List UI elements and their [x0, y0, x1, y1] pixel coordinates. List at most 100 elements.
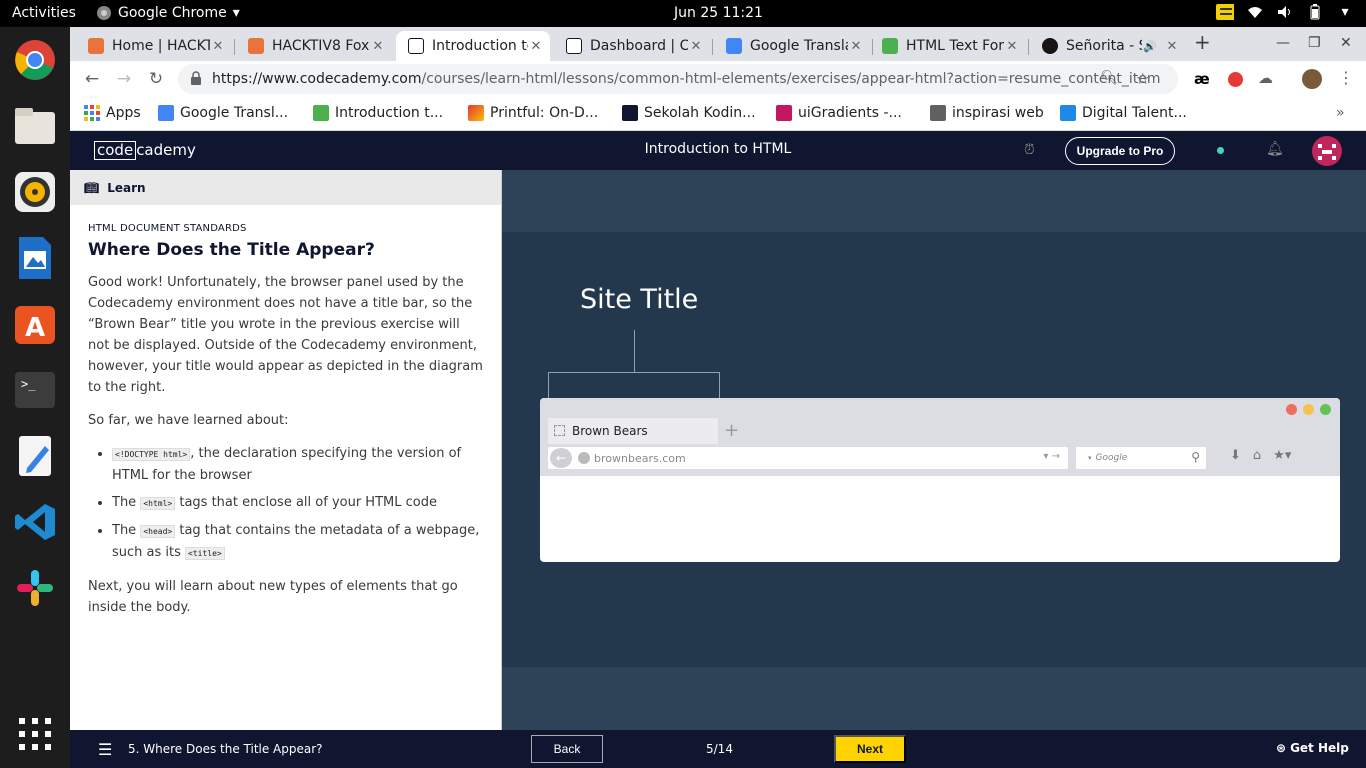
mockup-url-text: brownbears.com [594, 451, 686, 465]
dock: A >_ [0, 27, 70, 768]
clock[interactable]: Jun 25 11:21 [674, 5, 763, 21]
vscode-launcher-icon[interactable] [12, 499, 58, 545]
google-translate-icon [158, 105, 174, 121]
tab-separator [1028, 39, 1029, 55]
bookmark-sekolah-koding[interactable]: Sekolah Kodin... [622, 105, 756, 121]
back-arrow-icon[interactable]: ← [82, 69, 102, 89]
ae-extension-icon[interactable]: æ [1194, 70, 1210, 88]
app-menu-label: Google Chrome [118, 5, 227, 21]
bookmark-printful[interactable]: Printful: On-D... [468, 105, 598, 121]
chrome-window: Home | HACKTIV8 ✕ HACKTIV8 Fox ✕ Introdu… [70, 27, 1366, 768]
wifi-icon[interactable] [1246, 3, 1264, 21]
close-tab-icon[interactable]: ✕ [848, 39, 864, 54]
get-help-button[interactable]: ⊛ Get Help [1276, 741, 1349, 755]
restore-icon[interactable]: ❐ [1308, 35, 1321, 51]
show-applications-icon[interactable] [12, 711, 58, 757]
close-tab-icon[interactable]: ✕ [528, 39, 544, 54]
tab-html-text-formatting[interactable]: HTML Text Formatting ✕ [870, 31, 1026, 61]
diagram-site-title: Site Title [580, 284, 699, 315]
codecademy-favicon-icon [566, 38, 582, 54]
bookmark-inspirasi-web[interactable]: inspirasi web [930, 105, 1044, 121]
hamburger-menu-icon[interactable]: ☰ [98, 740, 112, 759]
svg-text:A: A [25, 313, 45, 343]
diagram-panel: Site Title Brown Bears + ← brownbears.co… [502, 170, 1366, 730]
terminal-launcher-icon[interactable]: >_ [12, 367, 58, 413]
notes-indicator-icon[interactable] [1216, 3, 1234, 21]
bookmark-uigradients[interactable]: uiGradients -... [776, 105, 902, 121]
hacktiv8-favicon-icon [88, 38, 104, 54]
bookmark-google-translate[interactable]: Google Transl... [158, 105, 288, 121]
chrome-launcher-icon[interactable] [12, 37, 58, 83]
forward-arrow-icon[interactable]: → [114, 69, 134, 89]
mockup-globe-icon [578, 452, 590, 464]
bell-icon[interactable]: 🔔︎ [1266, 141, 1284, 157]
close-tab-icon[interactable]: ✕ [688, 39, 704, 54]
reload-icon[interactable]: ↻ [146, 69, 166, 89]
record-extension-icon[interactable] [1228, 72, 1243, 87]
tab-introduction-to-html[interactable]: Introduction to HTML ✕ [396, 31, 550, 61]
rhythmbox-launcher-icon[interactable] [12, 169, 58, 215]
zoom-icon[interactable]: 🔍︎ [1100, 70, 1118, 86]
bookmark-introduction[interactable]: Introduction t... [313, 105, 443, 121]
tab-hacktiv8-fox[interactable]: HACKTIV8 Fox ✕ [236, 31, 392, 61]
slack-launcher-icon[interactable] [12, 565, 58, 611]
tab-title: Introduction to HTML [432, 38, 528, 54]
user-avatar[interactable] [1312, 136, 1342, 166]
mockup-search-chevron-icon: ▾ [1088, 454, 1092, 462]
bookmarks-overflow-icon[interactable]: » [1336, 105, 1345, 121]
text-editor-launcher-icon[interactable] [12, 433, 58, 479]
mockup-tab: Brown Bears [548, 418, 718, 444]
mockup-home-icon: ⌂ [1252, 448, 1262, 463]
system-tray[interactable]: ▾ [1216, 3, 1354, 21]
close-tab-icon[interactable]: ✕ [1004, 39, 1020, 54]
power-menu-icon[interactable]: ▾ [1336, 3, 1354, 21]
software-center-launcher-icon[interactable]: A [12, 301, 58, 347]
next-button[interactable]: Next [834, 735, 906, 763]
address-bar[interactable]: https://www.codecademy.com/courses/learn… [178, 64, 1178, 94]
new-tab-icon[interactable]: + [1194, 30, 1211, 54]
files-launcher-icon[interactable] [12, 103, 58, 149]
minimize-icon[interactable]: — [1276, 35, 1290, 51]
close-window-icon[interactable]: ✕ [1340, 35, 1352, 51]
close-tab-icon[interactable]: ✕ [210, 39, 226, 54]
close-tab-icon[interactable]: ✕ [370, 39, 386, 54]
battery-icon[interactable] [1306, 3, 1324, 21]
bookmark-star-icon[interactable]: ☆ [1136, 69, 1150, 88]
browser-toolbar: ← → ↻ https://www.codecademy.com/courses… [70, 61, 1366, 97]
activities-button[interactable]: Activities [12, 5, 76, 21]
bookmark-label: Printful: On-D... [490, 105, 599, 121]
tab-home-hacktiv8[interactable]: Home | HACKTIV8 ✕ [76, 31, 232, 61]
bookmarks-bar: Apps Google Transl... Introduction t... … [70, 97, 1366, 131]
writer-launcher-icon[interactable] [12, 235, 58, 281]
alarm-clock-icon[interactable]: ⏰︎ [1024, 142, 1035, 158]
bookmark-apps[interactable]: Apps [84, 105, 141, 121]
url-domain: https://www.codecademy.com [212, 71, 422, 87]
mockup-url-bar: ← brownbears.com ▾ → [548, 447, 1068, 469]
w3schools-icon [313, 105, 329, 121]
sekolah-koding-icon [622, 105, 638, 121]
tab-title: Google Translate [750, 38, 848, 54]
tab-senorita[interactable]: Señorita - Shawn 🔊 ✕ [1030, 31, 1186, 61]
svg-text:>_: >_ [21, 377, 36, 391]
back-button[interactable]: Back [531, 735, 603, 763]
mockup-search-text: Google [1095, 453, 1128, 463]
close-tab-icon[interactable]: ✕ [1164, 39, 1180, 54]
kebab-menu-icon[interactable]: ⋮ [1338, 68, 1354, 87]
learn-tab[interactable]: 📖︎ Learn [70, 170, 501, 205]
cloud-extension-icon[interactable]: ☁ [1258, 69, 1273, 87]
codecademy-logo[interactable]: code cademy [94, 141, 196, 160]
volume-icon[interactable] [1276, 3, 1294, 21]
app-menu[interactable]: Google Chrome ▾ [96, 5, 240, 21]
tab-title: Señorita - Shawn [1066, 38, 1142, 54]
speaker-icon[interactable]: 🔊 [1142, 40, 1158, 53]
tab-dashboard-codecademy[interactable]: Dashboard | Codecademy ✕ [554, 31, 710, 61]
mockup-bookmark-icon: ★▾ [1273, 448, 1292, 463]
tab-google-translate[interactable]: Google Translate ✕ [714, 31, 870, 61]
get-help-label: Get Help [1290, 741, 1349, 755]
profile-avatar[interactable] [1302, 69, 1322, 89]
diagram-connector [634, 330, 635, 372]
bookmark-digital-talent[interactable]: Digital Talent... [1060, 105, 1187, 121]
upgrade-to-pro-button[interactable]: Upgrade to Pro [1065, 137, 1175, 165]
lesson-paragraph-2: So far, we have learned about: [88, 413, 289, 428]
lesson-progress: 5/14 [706, 742, 733, 756]
